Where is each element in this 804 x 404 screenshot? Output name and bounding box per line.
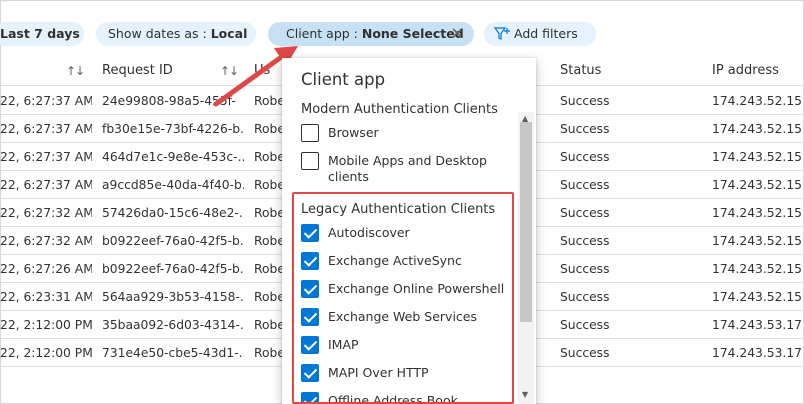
request-id-cell: 57426da0-15c6-48e2-...: [102, 206, 244, 220]
status-cell: Success: [560, 262, 610, 276]
checkbox[interactable]: [301, 124, 319, 142]
request-id-cell: fb30e15e-73bf-4226-b...: [102, 122, 244, 136]
date-cell: 22, 2:12:00 PM: [0, 346, 92, 360]
user-cell: Robe: [254, 206, 282, 220]
request-id-cell: b0922eef-76a0-42f5-b...: [102, 234, 244, 248]
ip-address-cell: 174.243.52.151: [712, 178, 802, 192]
show-dates-value: Local: [210, 26, 248, 41]
checkbox[interactable]: [301, 308, 319, 326]
column-request-id[interactable]: Request ID: [102, 56, 173, 86]
date-cell: 22, 6:27:37 AM: [0, 94, 92, 108]
date-cell: 22, 6:27:37 AM: [0, 122, 92, 136]
client-app-value: None Selected: [361, 26, 464, 41]
scrollbar-thumb[interactable]: [520, 122, 532, 322]
ip-address-cell: 174.243.53.17: [712, 346, 802, 360]
request-id-cell: a9ccd85e-40da-4f40-b...: [102, 178, 244, 192]
option-label: Autodiscover: [328, 225, 410, 240]
ip-address-cell: 174.243.52.151: [712, 122, 802, 136]
client-app-label: Client app :: [286, 26, 362, 41]
request-id-cell: 35baa092-6d03-4314-...: [102, 318, 244, 332]
option-label: Offline Address Book: [328, 393, 458, 404]
status-cell: Success: [560, 94, 610, 108]
request-id-cell: 464d7e1c-9e8e-453c-...: [102, 150, 244, 164]
column-ip-address[interactable]: IP address: [712, 56, 779, 86]
user-cell: Robe: [254, 122, 282, 136]
user-cell: Robe: [254, 262, 282, 276]
ip-address-cell: 174.243.53.17: [712, 318, 802, 332]
date-cell: 22, 6:27:26 AM: [0, 262, 92, 276]
status-cell: Success: [560, 206, 610, 220]
scroll-down-icon[interactable]: ▼: [522, 390, 528, 399]
status-cell: Success: [560, 178, 610, 192]
status-cell: Success: [560, 318, 610, 332]
ip-address-cell: 174.243.52.151: [712, 206, 802, 220]
ip-address-cell: 174.243.52.151: [712, 150, 802, 164]
add-filters-button[interactable]: Add filters: [484, 22, 596, 46]
panel-title: Client app: [301, 70, 386, 89]
filter-plus-icon: [493, 27, 510, 40]
request-id-cell: 731e4e50-cbe5-43d1-...: [102, 346, 244, 360]
option-label: Exchange ActiveSync: [328, 253, 462, 268]
checkbox[interactable]: [301, 336, 319, 354]
column-status[interactable]: Status: [560, 56, 601, 86]
option-label-line2: clients: [328, 169, 369, 184]
option-label: IMAP: [328, 337, 359, 352]
user-cell: Robe: [254, 234, 282, 248]
date-cell: 22, 6:27:32 AM: [0, 206, 92, 220]
legacy-clients-heading: Legacy Authentication Clients: [301, 202, 496, 217]
date-cell: 22, 6:27:32 AM: [0, 234, 92, 248]
user-cell: Robe: [254, 150, 282, 164]
ip-address-cell: 174.243.52.151: [712, 290, 802, 304]
ip-address-cell: 174.243.52.151: [712, 234, 802, 248]
date-cell: 22, 6:27:37 AM: [0, 178, 92, 192]
checkbox[interactable]: [301, 392, 319, 404]
status-cell: Success: [560, 150, 610, 164]
date-cell: 22, 6:27:37 AM: [0, 150, 92, 164]
ip-address-cell: 174.243.52.151: [712, 262, 802, 276]
status-cell: Success: [560, 346, 610, 360]
user-cell: Robe: [254, 290, 282, 304]
add-filters-label: Add filters: [514, 26, 578, 41]
modern-clients-heading: Modern Authentication Clients: [301, 102, 498, 117]
checkbox[interactable]: [301, 152, 319, 170]
checkbox[interactable]: [301, 252, 319, 270]
show-dates-filter[interactable]: Show dates as : Local: [96, 22, 256, 46]
status-cell: Success: [560, 234, 610, 248]
ip-address-cell: 174.243.52.151: [712, 94, 802, 108]
show-dates-label: Show dates as :: [108, 26, 211, 41]
status-cell: Success: [560, 122, 610, 136]
option-label: MAPI Over HTTP: [328, 365, 429, 380]
date-cell: 22, 2:12:00 PM: [0, 318, 92, 332]
date-range-value: Last 7 days: [0, 26, 80, 41]
option-label: Exchange Web Services: [328, 309, 477, 324]
user-cell: Robe: [254, 346, 282, 360]
request-id-cell: 564aa929-3b53-4158-...: [102, 290, 244, 304]
date-cell: 22, 6:23:31 AM: [0, 290, 92, 304]
checkbox[interactable]: [301, 224, 319, 242]
option-label: Browser: [328, 125, 379, 140]
user-cell: Robe: [254, 318, 282, 332]
client-app-dropdown: Client app Modern Authentication Clients…: [282, 58, 536, 404]
close-icon[interactable]: ✕: [451, 22, 464, 46]
request-id-cell: b0922eef-76a0-42f5-b...: [102, 262, 244, 276]
checkbox[interactable]: [301, 364, 319, 382]
sort-icon[interactable]: ↑↓: [66, 56, 85, 86]
date-range-filter[interactable]: Last 7 days: [0, 22, 84, 46]
checkbox[interactable]: [301, 280, 319, 298]
user-cell: Robe: [254, 178, 282, 192]
status-cell: Success: [560, 290, 610, 304]
option-label: Exchange Online Powershell: [328, 281, 505, 296]
client-app-filter[interactable]: Client app : None Selected ✕: [268, 22, 474, 46]
